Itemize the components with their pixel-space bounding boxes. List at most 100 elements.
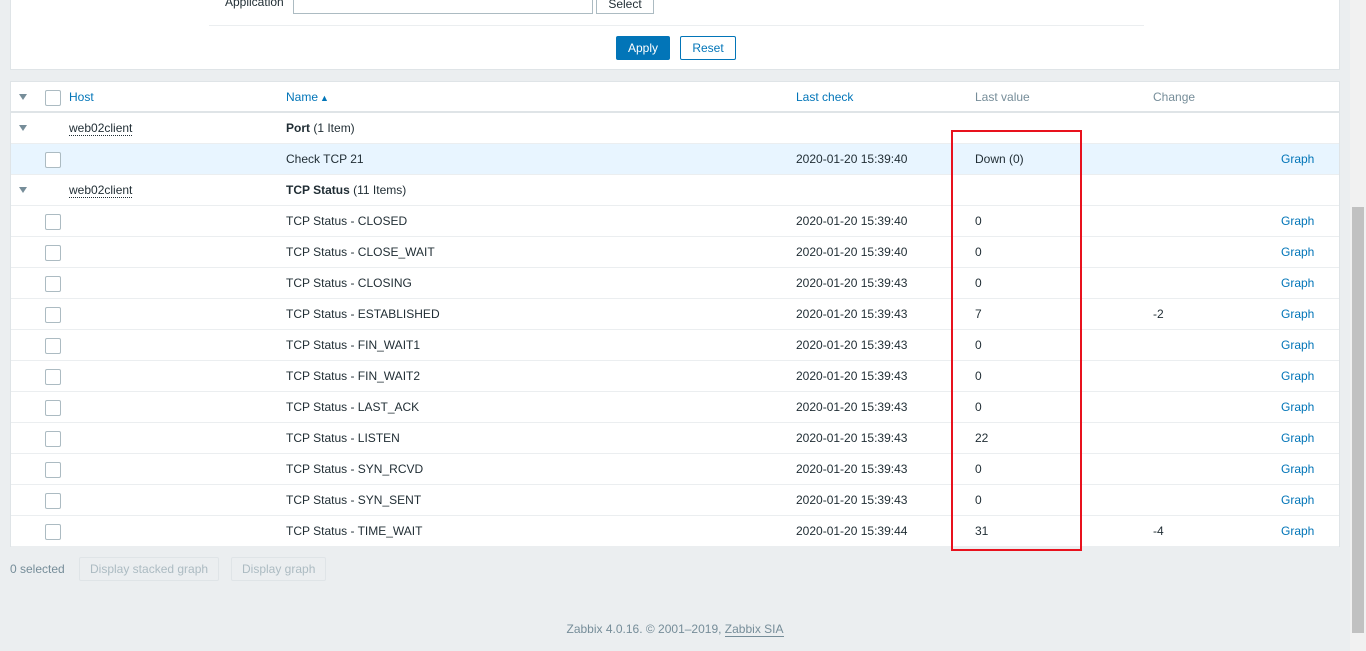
table-row: TCP Status - FIN_WAIT1 2020-01-20 15:39:4… [11,330,1339,361]
table-row: TCP Status - SYN_RCVD 2020-01-20 15:39:43… [11,454,1339,485]
row-checkbox[interactable] [45,369,61,385]
item-last-check: 2020-01-20 15:39:44 [796,524,908,538]
item-name: TCP Status - CLOSING [286,276,412,290]
select-all-checkbox[interactable] [45,90,61,106]
table-row: TCP Status - LAST_ACK 2020-01-20 15:39:43… [11,392,1339,423]
collapse-group-toggle-icon[interactable] [19,187,27,193]
filter-divider [209,25,1144,26]
application-group-row: web02client TCP Status (11 Items) [11,175,1339,206]
table-row: TCP Status - CLOSED 2020-01-20 15:39:40 0 G… [11,206,1339,237]
application-label: Application [225,0,284,9]
name-column-label: Name [286,90,319,104]
item-last-check: 2020-01-20 15:39:40 [796,152,908,166]
table-row: TCP Status - TIME_WAIT 2020-01-20 15:39:4… [11,516,1339,547]
table-row: TCP Status - ESTABLISHED 2020-01-20 15:39… [11,299,1339,330]
row-checkbox[interactable] [45,276,61,292]
graph-link[interactable]: Graph [1281,206,1314,237]
graph-link[interactable]: Graph [1281,485,1314,516]
item-name: TCP Status - SYN_SENT [286,493,422,507]
application-input[interactable] [293,0,593,14]
name-column-header[interactable]: Name ▲ [286,82,329,113]
host-column-header[interactable]: Host [69,82,94,113]
item-change: -2 [1153,307,1164,321]
graph-link[interactable]: Graph [1281,361,1314,392]
item-name: TCP Status - SYN_RCVD [286,462,424,476]
item-last-check: 2020-01-20 15:39:40 [796,214,908,228]
item-name: TCP Status - ESTABLISHED [286,307,440,321]
apply-button[interactable]: Apply [616,36,670,60]
item-name: TCP Status - CLOSE_WAIT [286,245,435,259]
graph-link[interactable]: Graph [1281,299,1314,330]
table-row: Check TCP 21 2020-01-20 15:39:40 Down (0) G… [11,144,1339,175]
application-item-count: (11 Items) [353,183,407,197]
item-name: TCP Status - LAST_ACK [286,400,420,414]
group-name-cell: TCP Status (11 Items) [286,175,406,206]
item-last-check: 2020-01-20 15:39:43 [796,400,908,414]
item-last-check: 2020-01-20 15:39:43 [796,307,908,321]
table-row: TCP Status - CLOSE_WAIT 2020-01-20 15:39:… [11,237,1339,268]
last-value-highlight-annotation [951,130,1082,551]
last-value-column-header: Last value [975,90,1030,104]
copyright-text: Zabbix 4.0.16. © 2001–2019, [566,622,725,636]
table-row: TCP Status - LISTEN 2020-01-20 15:39:43 22… [11,423,1339,454]
item-name: TCP Status - FIN_WAIT2 [286,369,421,383]
zabbix-sia-link[interactable]: Zabbix SIA [724,622,784,637]
row-checkbox[interactable] [45,524,61,540]
graph-link[interactable]: Graph [1281,454,1314,485]
row-checkbox[interactable] [45,431,61,447]
page: Application Select Apply Reset Host Name… [0,0,1366,651]
item-last-check: 2020-01-20 15:39:43 [796,493,908,507]
host-link[interactable]: web02client [69,121,133,136]
graph-link[interactable]: Graph [1281,330,1314,361]
vertical-scrollbar[interactable] [1350,0,1366,651]
application-name: Port [286,121,310,135]
item-last-check: 2020-01-20 15:39:43 [796,369,908,383]
item-name: TCP Status - FIN_WAIT1 [286,338,421,352]
host-link[interactable]: web02client [69,183,133,198]
graph-link[interactable]: Graph [1281,268,1314,299]
selected-count: 0 selected [10,562,65,576]
change-column-header: Change [1153,90,1196,104]
graph-link[interactable]: Graph [1281,516,1314,547]
last-check-column-header[interactable]: Last check [796,82,853,113]
filter-panel: Application Select Apply Reset [10,0,1340,70]
table-row: TCP Status - FIN_WAIT2 2020-01-20 15:39:4… [11,361,1339,392]
item-last-check: 2020-01-20 15:39:43 [796,462,908,476]
item-name: Check TCP 21 [286,152,364,166]
display-stacked-graph-button[interactable]: Display stacked graph [79,557,220,581]
row-checkbox[interactable] [45,307,61,323]
collapse-group-toggle-icon[interactable] [19,125,27,131]
row-checkbox[interactable] [45,493,61,509]
reset-button[interactable]: Reset [680,36,736,60]
graph-link[interactable]: Graph [1281,144,1314,175]
graph-link[interactable]: Graph [1281,392,1314,423]
graph-link[interactable]: Graph [1281,423,1314,454]
row-checkbox[interactable] [45,245,61,261]
table-row: TCP Status - CLOSING 2020-01-20 15:39:43 0… [11,268,1339,299]
table-row: TCP Status - SYN_SENT 2020-01-20 15:39:43… [11,485,1339,516]
application-name: TCP Status [286,183,350,197]
group-host-cell: web02client [69,175,133,206]
application-group-row: web02client Port (1 Item) [11,113,1339,144]
graph-link[interactable]: Graph [1281,237,1314,268]
copyright: Zabbix 4.0.16. © 2001–2019, Zabbix SIA [0,622,1350,637]
item-last-check: 2020-01-20 15:39:43 [796,276,908,290]
row-checkbox[interactable] [45,338,61,354]
row-checkbox[interactable] [45,214,61,230]
latest-data-table: Host Name ▲ Last check Last value Change … [10,81,1340,547]
row-checkbox[interactable] [45,462,61,478]
item-name: TCP Status - LISTEN [286,431,400,445]
row-checkbox[interactable] [45,400,61,416]
display-graph-button[interactable]: Display graph [231,557,327,581]
scrollbar-thumb[interactable] [1352,207,1364,633]
sort-ascending-icon: ▲ [320,93,329,103]
application-item-count: (1 Item) [313,121,355,135]
item-change: -4 [1153,524,1164,538]
row-checkbox[interactable] [45,152,61,168]
item-name: TCP Status - CLOSED [286,214,408,228]
group-host-cell: web02client [69,113,133,144]
item-name: TCP Status - TIME_WAIT [286,524,423,538]
table-header: Host Name ▲ Last check Last value Change [11,82,1339,113]
collapse-all-toggle-icon[interactable] [19,94,27,100]
select-button[interactable]: Select [596,0,654,14]
